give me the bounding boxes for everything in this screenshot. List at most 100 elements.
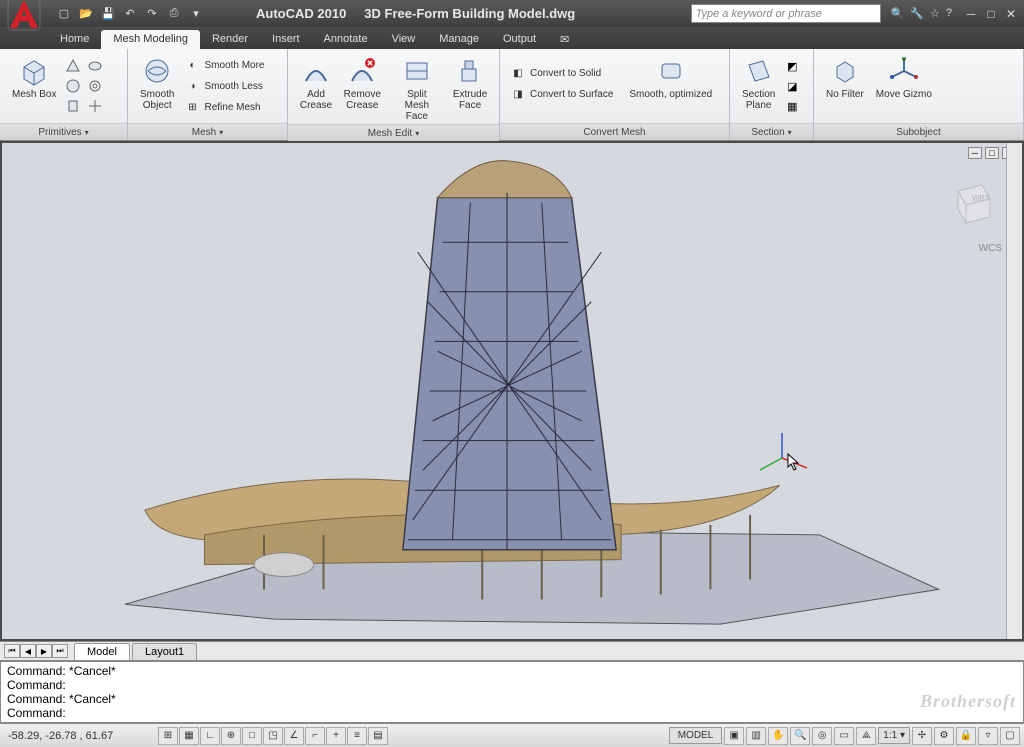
workspace-icon[interactable]: ⚙ xyxy=(934,727,954,745)
convert-solid-button[interactable]: ◧Convert to Solid xyxy=(506,63,617,83)
snap-icon[interactable]: ⊞ xyxy=(158,727,178,745)
mesh-box-icon xyxy=(18,55,50,87)
section-jog-icon[interactable]: ◩ xyxy=(783,57,801,75)
viewport-scrollbar[interactable] xyxy=(1006,143,1022,639)
window-title: AutoCAD 2010 3D Free-Form Building Model… xyxy=(256,6,575,21)
pan-icon[interactable]: ✋ xyxy=(768,727,788,745)
primitive-torus-icon[interactable] xyxy=(86,77,104,95)
qat-save-icon[interactable]: 💾 xyxy=(98,5,118,23)
layout-prev-icon[interactable]: ◀ xyxy=(20,644,36,658)
viewcube[interactable]: WBT xyxy=(938,171,1002,235)
tab-render[interactable]: Render xyxy=(200,30,260,49)
refine-mesh-button[interactable]: ⊞Refine Mesh xyxy=(180,97,268,117)
layout-first-icon[interactable]: ⏮ xyxy=(4,644,20,658)
quickview-drawings-icon[interactable]: ▥ xyxy=(746,727,766,745)
extrude-face-button[interactable]: Extrude Face xyxy=(447,53,493,113)
qat-undo-icon[interactable]: ↶ xyxy=(120,5,140,23)
smooth-object-button[interactable]: Smooth Object xyxy=(134,53,180,113)
showmotion-icon[interactable]: ▭ xyxy=(834,727,854,745)
section-plane-button[interactable]: Section Plane xyxy=(736,53,781,113)
remove-crease-button[interactable]: Remove Crease xyxy=(338,53,387,113)
vp-minimize-icon[interactable]: ─ xyxy=(968,147,982,159)
command-window[interactable]: Command: *Cancel* Command: Command: *Can… xyxy=(0,661,1024,723)
annotation-visibility-icon[interactable]: ✢ xyxy=(912,727,932,745)
wcs-label[interactable]: WCS xyxy=(979,243,1002,254)
layout-tab-bar: ⏮ ◀ ▶ ⏭ Model Layout1 xyxy=(0,641,1024,661)
tab-insert[interactable]: Insert xyxy=(260,30,312,49)
model-paper-toggle[interactable]: MODEL xyxy=(669,727,723,744)
scale-display[interactable]: 1:1 ▾ xyxy=(878,727,910,744)
vp-maximize-icon[interactable]: □ xyxy=(985,147,999,159)
status-coordinates[interactable]: -58.29, -26.78 , 61.67 xyxy=(4,730,154,742)
panel-title-mesh[interactable]: Mesh xyxy=(128,123,287,140)
add-crease-button[interactable]: Add Crease xyxy=(294,53,338,113)
smooth-less-button[interactable]: ◑Smooth Less xyxy=(180,76,268,96)
smooth-optimized-button[interactable]: Smooth, optimized xyxy=(623,53,718,102)
tab-model-space[interactable]: Model xyxy=(74,643,130,660)
panel-title-section[interactable]: Section xyxy=(730,123,813,140)
qat-redo-icon[interactable]: ↷ xyxy=(142,5,162,23)
panel-title-primitives[interactable]: Primitives xyxy=(0,123,127,140)
qat-dropdown-icon[interactable]: ▾ xyxy=(186,5,206,23)
3dosnap-icon[interactable]: ◳ xyxy=(263,727,283,745)
primitive-wedge-icon[interactable] xyxy=(86,57,104,75)
tab-annotate[interactable]: Annotate xyxy=(312,30,380,49)
command-line: Command: xyxy=(7,678,1017,692)
favorite-icon[interactable]: ☆ xyxy=(930,7,940,20)
section-options: ◩ ◪ ▦ xyxy=(783,53,801,115)
minimize-button[interactable]: ─ xyxy=(962,6,980,22)
maximize-button[interactable]: □ xyxy=(982,6,1000,22)
layout-nav: ⏮ ◀ ▶ ⏭ xyxy=(4,644,68,658)
tab-home[interactable]: Home xyxy=(48,30,101,49)
clean-screen-icon[interactable]: ▢ xyxy=(1000,727,1020,745)
qat-print-icon[interactable]: ⎙ xyxy=(164,5,184,23)
drawing-viewport[interactable]: ─ □ ✕ WBT WCS xyxy=(0,141,1024,641)
tab-mesh-modeling[interactable]: Mesh Modeling xyxy=(101,30,200,49)
tab-output[interactable]: Output xyxy=(491,30,548,49)
tab-view[interactable]: View xyxy=(380,30,428,49)
zoom-icon[interactable]: 🔍 xyxy=(790,727,810,745)
qp-icon[interactable]: ▤ xyxy=(368,727,388,745)
primitive-cylinder-icon[interactable] xyxy=(64,97,82,115)
command-line: Command: xyxy=(7,706,1017,720)
section-flatshot-icon[interactable]: ▦ xyxy=(783,97,801,115)
move-gizmo-button[interactable]: Move Gizmo xyxy=(870,53,938,102)
ortho-icon[interactable]: ∟ xyxy=(200,727,220,745)
move-gizmo-icon xyxy=(888,55,920,87)
mesh-box-button[interactable]: Mesh Box xyxy=(6,53,62,102)
primitive-pyramid-icon[interactable] xyxy=(86,97,104,115)
app-menu-button[interactable] xyxy=(4,0,44,34)
hardware-accel-icon[interactable]: ▿ xyxy=(978,727,998,745)
steering-wheel-icon[interactable]: ◎ xyxy=(812,727,832,745)
grid-icon[interactable]: ▦ xyxy=(179,727,199,745)
osnap-icon[interactable]: □ xyxy=(242,727,262,745)
qat-open-icon[interactable]: 📂 xyxy=(76,5,96,23)
tab-manage[interactable]: Manage xyxy=(427,30,491,49)
layout-next-icon[interactable]: ▶ xyxy=(36,644,52,658)
primitive-cone-icon[interactable] xyxy=(64,57,82,75)
annotation-scale-icon[interactable]: ⟁ xyxy=(856,727,876,745)
ducs-icon[interactable]: ⌐ xyxy=(305,727,325,745)
panel-title-mesh-edit[interactable]: Mesh Edit xyxy=(288,124,499,141)
qat-new-icon[interactable]: ▢ xyxy=(54,5,74,23)
section-live-icon[interactable]: ◪ xyxy=(783,77,801,95)
search-input[interactable]: Type a keyword or phrase xyxy=(691,4,881,23)
polar-icon[interactable]: ⊕ xyxy=(221,727,241,745)
tab-layout1[interactable]: Layout1 xyxy=(132,643,197,660)
binoculars-icon[interactable]: 🔍 xyxy=(891,7,905,20)
quickview-layouts-icon[interactable]: ▣ xyxy=(724,727,744,745)
dyn-icon[interactable]: + xyxy=(326,727,346,745)
key-icon[interactable]: 🔧 xyxy=(910,7,924,20)
help-icon[interactable]: ? xyxy=(946,7,952,20)
smooth-more-button[interactable]: ◐Smooth More xyxy=(180,55,268,75)
toolbar-lock-icon[interactable]: 🔒 xyxy=(956,727,976,745)
envelope-icon[interactable]: ✉ xyxy=(560,33,569,49)
otrack-icon[interactable]: ∠ xyxy=(284,727,304,745)
convert-surface-button[interactable]: ◨Convert to Surface xyxy=(506,84,617,104)
split-mesh-face-button[interactable]: Split Mesh Face xyxy=(387,53,448,124)
primitive-sphere-icon[interactable] xyxy=(64,77,82,95)
close-button[interactable]: ✕ xyxy=(1002,6,1020,22)
lwt-icon[interactable]: ≡ xyxy=(347,727,367,745)
layout-last-icon[interactable]: ⏭ xyxy=(52,644,68,658)
no-filter-button[interactable]: No Filter xyxy=(820,53,870,102)
